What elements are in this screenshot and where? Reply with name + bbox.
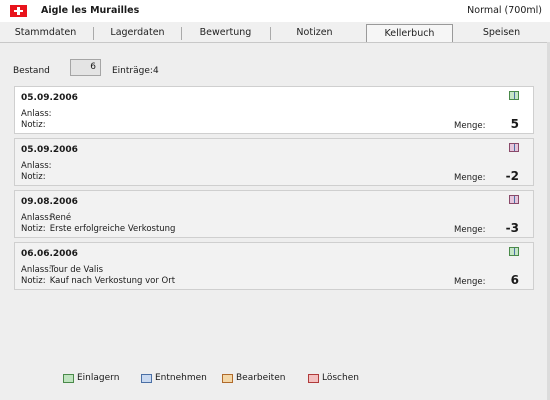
menge-label: Menge:	[454, 225, 486, 235]
book-delete-icon	[308, 374, 319, 383]
anlass-value: Tour de Valis	[49, 265, 104, 275]
book-in-icon	[509, 91, 519, 100]
menge-value: -2	[505, 169, 519, 183]
entry-date: 05.09.2006	[21, 145, 78, 155]
anlass-label: Anlass:	[21, 213, 52, 223]
tab-bewertung[interactable]: Bewertung	[182, 24, 269, 42]
kellerbuch-entry[interactable]: 05.09.2006 Anlass: Notiz: Menge: 5	[14, 86, 534, 134]
bestand-label: Bestand	[13, 66, 50, 76]
einlagern-button[interactable]: Einlagern	[63, 372, 119, 386]
wine-name: Aigle les Murailles	[41, 5, 140, 16]
einlagern-label: Einlagern	[77, 373, 120, 383]
book-in-icon	[63, 374, 74, 383]
tab-speisen[interactable]: Speisen	[458, 24, 545, 42]
loeschen-label: Löschen	[322, 373, 359, 383]
tab-bar: Stammdaten Lagerdaten Bewertung Notizen …	[0, 24, 550, 42]
action-toolbar: Einlagern Entnehmen Bearbeiten Löschen	[0, 372, 550, 388]
notiz-label: Notiz:	[21, 224, 46, 234]
book-out-icon	[509, 143, 519, 152]
entry-notiz: Notiz: Erste erfolgreiche Verkostung	[21, 224, 175, 234]
tab-notizen[interactable]: Notizen	[271, 24, 358, 42]
entry-notiz: Notiz:	[21, 172, 47, 182]
anlass-label: Anlass:	[21, 265, 52, 275]
menge-label: Menge:	[454, 173, 486, 183]
entry-notiz: Notiz:	[21, 120, 47, 130]
book-out-icon	[509, 195, 519, 204]
tab-lagerdaten[interactable]: Lagerdaten	[94, 24, 181, 42]
entry-anlass: Anlass: Tour de Valis	[21, 265, 103, 275]
menge-value: 6	[510, 273, 519, 287]
kellerbuch-entry[interactable]: 09.08.2006 Anlass: René Notiz: Erste erf…	[14, 190, 534, 238]
book-out-icon	[141, 374, 152, 383]
tab-kellerbuch[interactable]: Kellerbuch	[366, 24, 453, 42]
kellerbuch-entry[interactable]: 05.09.2006 Anlass: Notiz: Menge: -2	[14, 138, 534, 186]
menge-value: 5	[510, 117, 519, 131]
notiz-label: Notiz:	[21, 120, 46, 130]
entry-date: 05.09.2006	[21, 93, 78, 103]
tab-stammdaten[interactable]: Stammdaten	[2, 24, 89, 42]
entry-date: 09.08.2006	[21, 197, 78, 207]
notiz-value: Erste erfolgreiche Verkostung	[49, 224, 176, 234]
bestand-value-field: 6	[70, 59, 101, 76]
notiz-value: Kauf nach Verkostung vor Ort	[49, 276, 176, 286]
notiz-label: Notiz:	[21, 172, 46, 182]
entnehmen-button[interactable]: Entnehmen	[141, 372, 207, 386]
menge-label: Menge:	[454, 121, 486, 131]
bottle-size: Normal (700ml)	[467, 5, 542, 16]
book-edit-icon	[222, 374, 233, 383]
entnehmen-label: Entnehmen	[155, 373, 207, 383]
entry-date: 06.06.2006	[21, 249, 78, 259]
anlass-label: Anlass:	[21, 161, 52, 171]
swiss-flag-icon	[10, 5, 27, 17]
anlass-value: René	[49, 213, 72, 223]
loeschen-button[interactable]: Löschen	[308, 372, 359, 386]
kellerbuch-entry[interactable]: 06.06.2006 Anlass: Tour de Valis Notiz: …	[14, 242, 534, 290]
anlass-label: Anlass:	[21, 109, 52, 119]
menge-label: Menge:	[454, 277, 486, 287]
menge-value: -3	[505, 221, 519, 235]
entry-notiz: Notiz: Kauf nach Verkostung vor Ort	[21, 276, 175, 286]
book-in-icon	[509, 247, 519, 256]
entry-anlass: Anlass:	[21, 109, 52, 119]
eintraege-count: 4	[153, 66, 159, 76]
title-bar: Aigle les Murailles Normal (700ml)	[0, 0, 550, 22]
notiz-label: Notiz:	[21, 276, 46, 286]
bearbeiten-label: Bearbeiten	[236, 373, 286, 383]
eintraege-label: Einträge:	[112, 66, 153, 76]
entry-anlass: Anlass: René	[21, 213, 71, 223]
bearbeiten-button[interactable]: Bearbeiten	[222, 372, 285, 386]
entry-anlass: Anlass:	[21, 161, 52, 171]
